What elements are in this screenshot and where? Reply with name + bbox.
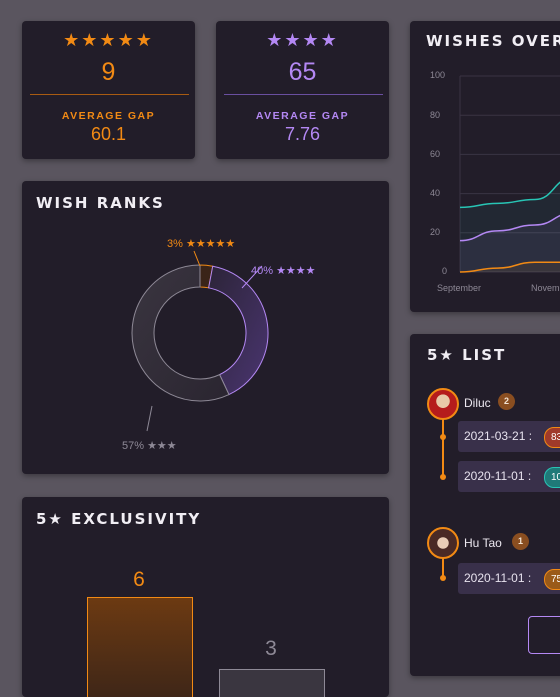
x-tick: September (437, 283, 482, 293)
pity-pill: 10 (544, 467, 560, 488)
wish-entry[interactable]: 2021-03-21 : 83 (458, 421, 560, 452)
four-star-stat-card: ★★★★ 65 AVERAGE GAP 7.76 (216, 21, 389, 159)
hu-tao-avatar[interactable] (427, 527, 459, 559)
four-star-count: 65 (288, 58, 317, 86)
pull-count-badge: 2 (498, 393, 515, 410)
leader-line-3star (146, 405, 153, 432)
exclusivity-card: 5★ EXCLUSIVITY 6 3 (22, 497, 389, 697)
timeline-dot (440, 575, 446, 581)
five-star-stat-card: ★★★★★ 9 AVERAGE GAP 60.1 (22, 21, 195, 159)
pull-count-badge: 1 (512, 533, 529, 550)
wish-entry[interactable]: 2020-11-01 : 10 (458, 461, 560, 492)
wish-date: 2020-11-01 : (464, 571, 532, 585)
wishes-line-chart (459, 75, 560, 273)
timeline-dot (440, 474, 446, 480)
five-star-list-card: 5★ LIST Diluc 2 2021-03-21 : 83 2020-11-… (410, 334, 560, 676)
label-3star: 57% ★★★ (122, 440, 177, 452)
bar-value-2: 3 (265, 637, 277, 660)
timeline-line (442, 419, 444, 479)
character-name: Hu Tao (464, 536, 502, 550)
label-5star: 3% ★★★★★ (167, 238, 236, 250)
show-more-button[interactable] (528, 616, 560, 654)
average-gap-value: 7.76 (284, 124, 321, 144)
wish-ranks-card: WISH RANKS 3% ★★★★★ 40% ★★★★ 57% ★★★ (22, 181, 389, 474)
divider (30, 94, 189, 95)
card-title: 5★ EXCLUSIVITY (36, 510, 202, 528)
diluc-avatar[interactable] (427, 388, 459, 420)
pity-pill: 75 (544, 569, 560, 590)
bar-1 (87, 597, 193, 697)
wish-date: 2020-11-01 : (464, 469, 532, 483)
donut-segments (131, 264, 269, 402)
five-star-count: 9 (101, 58, 116, 86)
label-4star: 40% ★★★★ (251, 265, 316, 277)
four-star-rating-icon: ★★★★ (266, 30, 339, 50)
character-name: Diluc (464, 396, 491, 410)
leader-line-5star (193, 250, 201, 267)
wish-entry[interactable]: 2020-11-01 : 75 (458, 563, 560, 594)
bar-2 (219, 669, 325, 697)
wish-ranks-donut-chart (131, 250, 269, 432)
x-tick: Novem (531, 283, 560, 293)
average-gap-label: AVERAGE GAP (61, 110, 156, 122)
wishes-over-time-card: WISHES OVER T 100 80 60 40 20 0 Septembe… (410, 21, 560, 312)
pity-pill: 83 (544, 427, 560, 448)
divider (224, 94, 383, 95)
wish-date: 2021-03-21 : (464, 429, 533, 443)
average-gap-value: 60.1 (90, 124, 127, 144)
bar-value-1: 6 (133, 568, 145, 591)
average-gap-label: AVERAGE GAP (255, 110, 350, 122)
card-title: 5★ LIST (427, 346, 507, 364)
timeline-dot (440, 434, 446, 440)
five-star-rating-icon: ★★★★★ (63, 30, 154, 50)
